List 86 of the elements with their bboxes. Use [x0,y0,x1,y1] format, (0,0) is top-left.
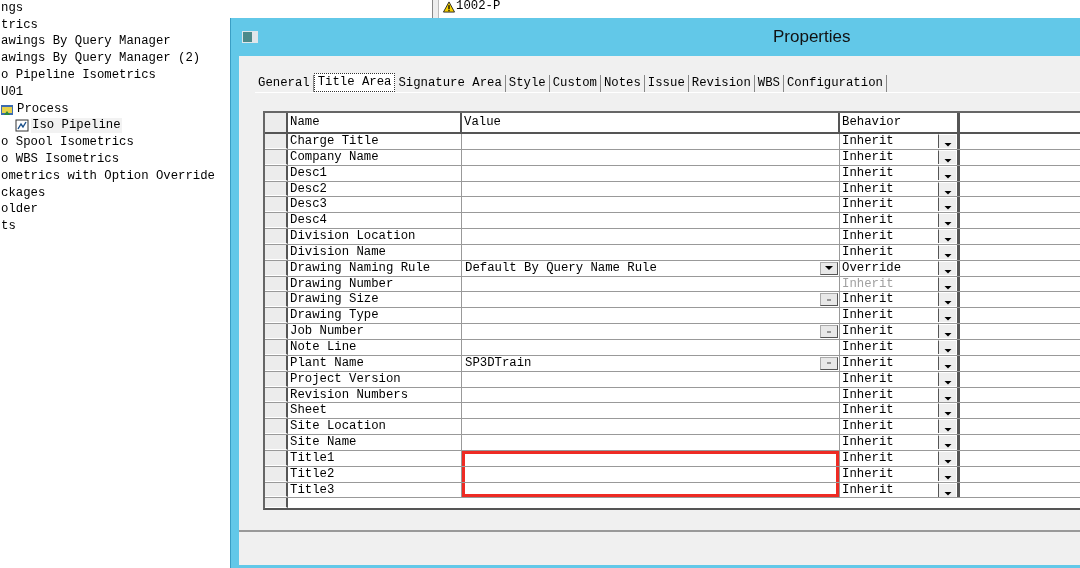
row-header[interactable] [265,134,288,149]
row-header[interactable] [265,435,288,450]
tree-item[interactable]: ngs [0,0,25,16]
table-cell: Title3 [288,482,462,498]
tree-item[interactable]: awings By Query Manager [0,34,172,50]
row-header[interactable] [265,292,288,308]
column-header: Name [288,113,462,132]
dropdown-arrow-icon [824,264,834,273]
table-cell: Desc4 [288,213,462,229]
table-cell: Note Line [288,339,462,355]
dropdown-button[interactable] [820,261,838,275]
table-cell: Project Version [288,371,462,387]
tab[interactable]: General [255,75,314,92]
tree-item[interactable]: awings By Query Manager (2) [0,51,202,67]
column-header: Value [462,113,840,132]
folder-icon [0,102,14,116]
window-icon [242,31,258,43]
table-cell: Drawing Number [288,276,462,292]
table-cell: Title1 [288,450,462,466]
tab[interactable]: Notes [600,75,645,92]
value-field[interactable] [462,466,840,482]
dropdown-arrow-icon [942,409,953,418]
table-cell: Drawing Naming Rule [288,260,462,276]
row-header[interactable] [265,308,288,324]
tree-item[interactable]: older [0,202,39,218]
table-cell: Site Name [288,435,462,450]
tree-item[interactable]: Process [16,101,70,117]
table-cell: Company Name [288,149,462,165]
row-header[interactable] [265,403,288,419]
dropdown-arrow-icon [942,219,953,228]
row-header[interactable] [265,213,288,229]
tab[interactable]: Style [505,75,550,92]
tree-item[interactable]: ts [0,219,17,235]
dropdown-arrow-icon [942,298,953,307]
tree-item[interactable]: o Spool Isometrics [0,135,135,151]
value-field[interactable] [462,482,840,498]
ellipsis-button[interactable] [820,325,838,339]
ellipsis-button[interactable] [820,293,838,307]
table-cell: Drawing Size [288,292,462,308]
tree-item[interactable]: trics [0,17,39,33]
warning-icon [442,0,456,13]
table-cell: Site Location [288,419,462,435]
tree-item[interactable]: o WBS Isometrics [0,152,121,168]
tab[interactable]: Custom [549,75,601,92]
tab[interactable]: Configuration [783,75,887,92]
tree-item[interactable]: Iso Pipeline [31,118,122,134]
table-cell: Title2 [288,466,462,482]
dropdown-arrow-icon [942,203,953,212]
tree-item[interactable]: ometrics with Option Override [0,168,216,184]
tab[interactable]: WBS [754,75,784,92]
dropdown-arrow-icon [942,314,953,323]
tree-item[interactable]: ckages [0,185,47,201]
tab[interactable]: Issue [644,75,689,92]
tab[interactable]: Signature Area [395,75,506,92]
table-cell: Drawing Type [288,308,462,324]
drawing-icon [15,119,29,133]
window-title: Properties [773,27,851,47]
table-cell: Desc2 [288,181,462,197]
ellipsis-button[interactable] [820,356,838,370]
table-cell: Job Number [288,324,462,339]
row-header[interactable] [265,498,288,509]
table-cell: Division Name [288,244,462,260]
value-field[interactable] [462,450,840,466]
table-cell: Sheet [288,403,462,419]
value-field[interactable]: SP3DTrain [462,355,840,371]
dropdown-arrow-icon [942,235,953,244]
table-cell: Plant Name [288,355,462,371]
tree-item[interactable]: o Pipeline Isometrics [0,68,157,84]
tab[interactable]: Revision [688,75,755,92]
table-cell: Division Location [288,229,462,244]
row-header[interactable] [265,229,288,244]
row-header[interactable] [265,197,288,213]
table-cell: Revision Numbers [288,387,462,403]
dropdown-arrow-icon [942,330,953,339]
tab[interactable]: Title Area [313,73,396,92]
row-header[interactable] [265,419,288,435]
tree-item[interactable]: U01 [0,84,25,100]
value-field[interactable]: Default By Query Name Rule [462,260,840,276]
table-cell: Desc3 [288,197,462,213]
dropdown-arrow-icon [942,425,953,434]
table-cell: Charge Title [288,134,462,149]
row-header[interactable] [265,324,288,339]
list-item[interactable]: 1002-P [456,0,501,13]
table-cell: Desc1 [288,165,462,181]
dropdown-arrow-icon [942,140,953,148]
dropdown-arrow-icon [942,441,953,450]
